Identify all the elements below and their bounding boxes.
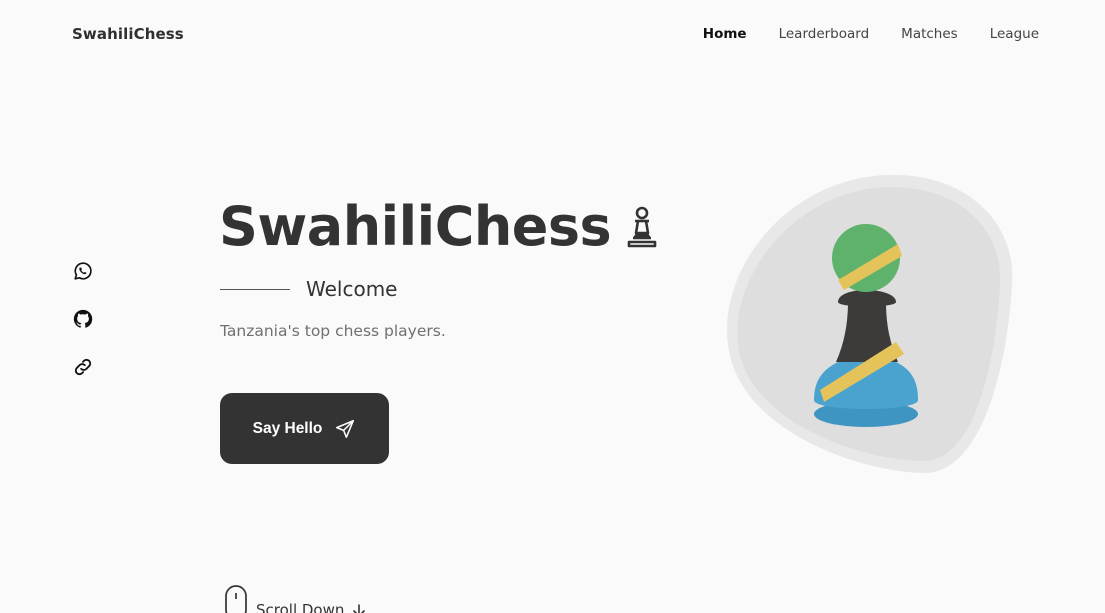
- hero-description: Tanzania's top chess players.: [220, 322, 446, 340]
- nav-matches[interactable]: Matches: [901, 26, 958, 42]
- say-hello-button[interactable]: Say Hello: [220, 393, 389, 464]
- arrow-down-icon: [352, 585, 366, 613]
- hero-subtitle: Welcome: [306, 277, 398, 301]
- nav-menu: Home Learderboard Matches League: [703, 26, 1039, 42]
- nav-leaderboard[interactable]: Learderboard: [779, 26, 870, 42]
- link-icon[interactable]: [72, 356, 94, 378]
- whatsapp-icon[interactable]: [72, 260, 94, 282]
- logo[interactable]: SwahiliChess: [72, 25, 184, 43]
- nav-home[interactable]: Home: [703, 26, 747, 42]
- nav-league[interactable]: League: [990, 26, 1039, 42]
- hero-title-row: SwahiliChess: [219, 193, 659, 261]
- hero-image: [712, 174, 1014, 474]
- say-hello-label: Say Hello: [252, 419, 323, 437]
- subtitle-divider: [220, 288, 290, 290]
- header: SwahiliChess Home Learderboard Matches L…: [0, 0, 1105, 68]
- social-links: [72, 260, 94, 378]
- scroll-down-label: Scroll Down: [256, 601, 345, 613]
- mouse-icon: [224, 585, 248, 613]
- chess-pawn-icon: [625, 204, 659, 250]
- subtitle-row: Welcome: [220, 277, 397, 301]
- page: SwahiliChess Home Learderboard Matches L…: [0, 0, 1105, 613]
- github-icon[interactable]: [72, 308, 94, 330]
- send-icon: [334, 418, 356, 440]
- scroll-down-link[interactable]: Scroll Down: [224, 585, 366, 613]
- hero-title: SwahiliChess: [219, 195, 612, 258]
